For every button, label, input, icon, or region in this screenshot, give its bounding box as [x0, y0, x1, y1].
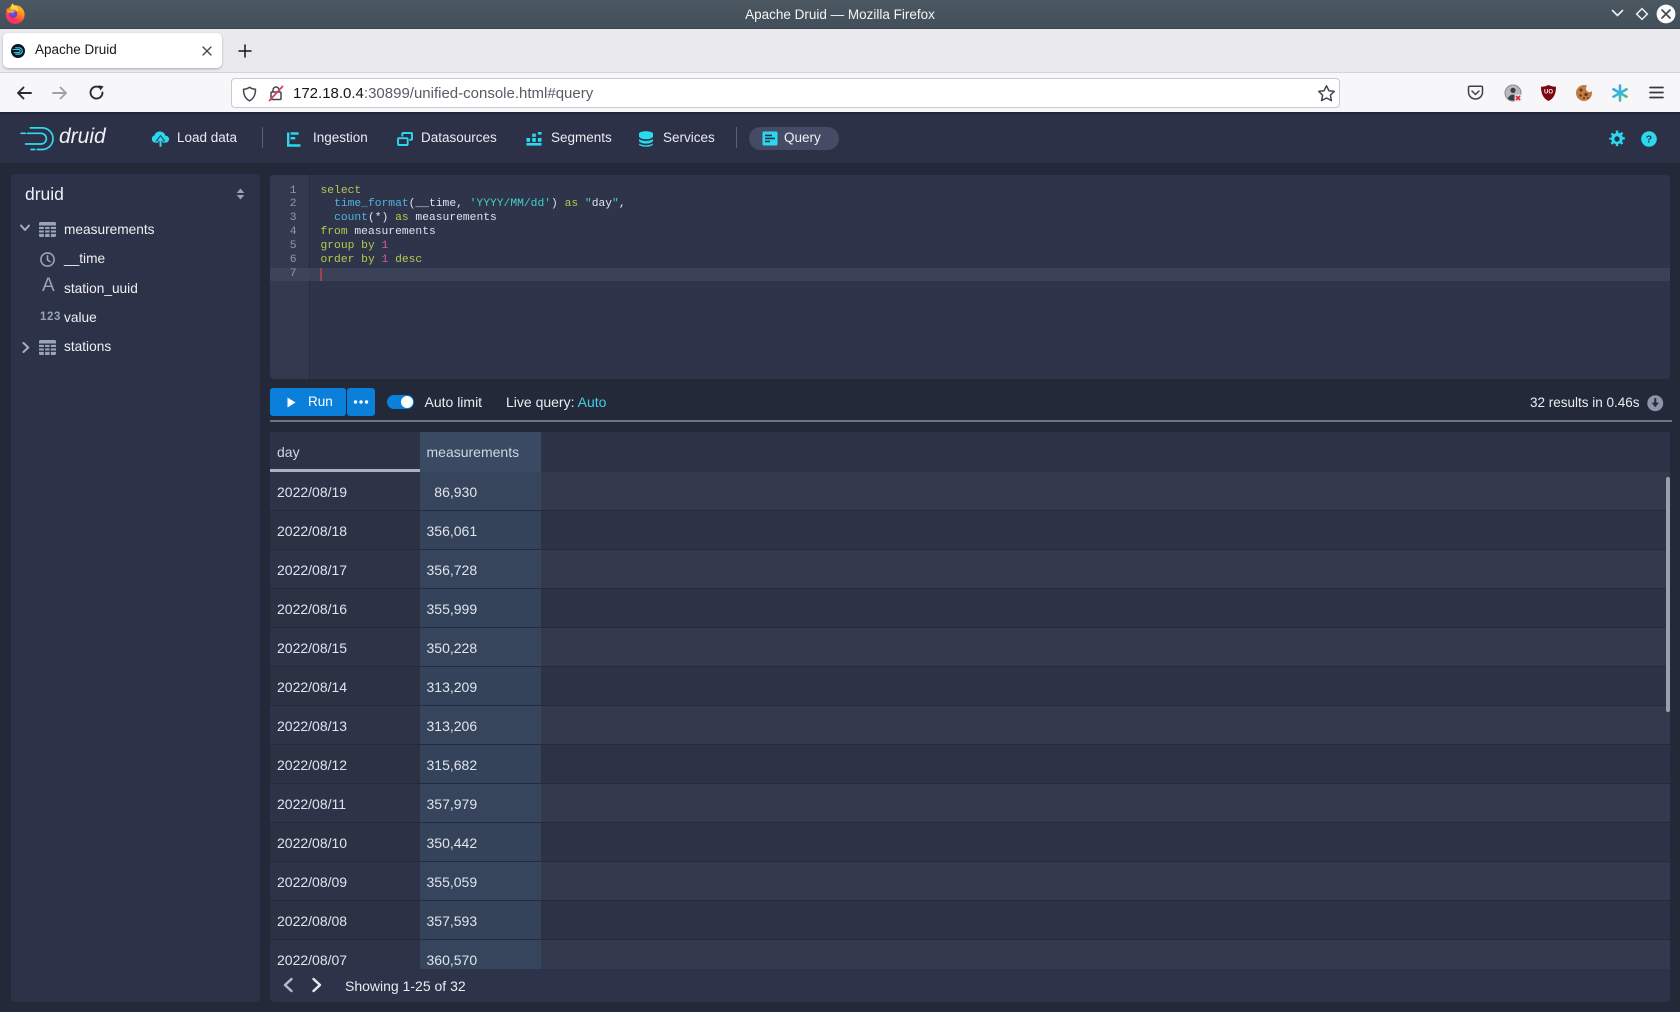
svg-text:?: ? [1646, 134, 1652, 146]
svg-text:UO: UO [1544, 90, 1553, 96]
